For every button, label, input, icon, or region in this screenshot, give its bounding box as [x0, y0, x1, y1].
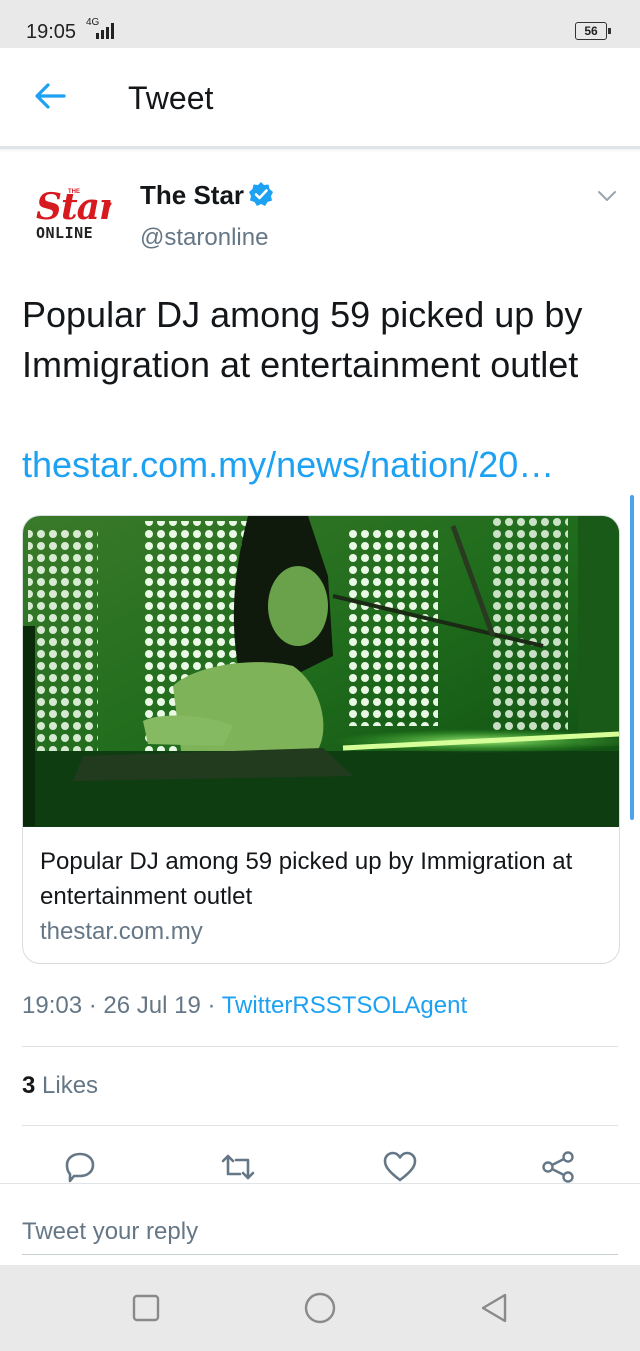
- chevron-down-icon[interactable]: [596, 185, 618, 207]
- meta-separator: ·: [207, 992, 216, 1019]
- system-nav-bar: [0, 1265, 640, 1351]
- tweet-time: 19:03: [22, 992, 83, 1019]
- card-domain: thestar.com.my: [40, 918, 203, 945]
- battery-icon: 56: [575, 22, 611, 40]
- status-time: 19:05: [26, 21, 77, 43]
- tweet-source-link[interactable]: TwitterRSSTSOLAgent: [222, 992, 467, 1019]
- card-image: [23, 516, 619, 827]
- tweet-date: 26 Jul 19: [103, 992, 201, 1019]
- likes-number: 3: [22, 1072, 36, 1099]
- reply-input[interactable]: [22, 1210, 618, 1255]
- reply-bar: [0, 1183, 640, 1266]
- meta-separator: ·: [88, 992, 97, 1019]
- verified-badge-icon: [249, 182, 273, 206]
- link-card[interactable]: Popular DJ among 59 picked up by Immigra…: [22, 515, 620, 964]
- like-icon[interactable]: [382, 1150, 418, 1184]
- tweet-text: Popular DJ among 59 picked up by Immigra…: [22, 294, 583, 385]
- likes-count[interactable]: 3 Likes: [22, 1072, 98, 1100]
- battery-level: 56: [584, 24, 598, 38]
- divider: [22, 1125, 618, 1126]
- logo-star-text: Star: [36, 186, 114, 228]
- author-handle[interactable]: @staronline: [140, 224, 268, 252]
- tweet-link[interactable]: thestar.com.my/news/nation/20…: [22, 440, 622, 490]
- likes-label: Likes: [42, 1072, 99, 1099]
- author-name[interactable]: The Star: [140, 180, 244, 211]
- divider: [22, 1046, 618, 1047]
- arrow-left-icon[interactable]: [30, 76, 70, 116]
- home-icon[interactable]: [304, 1292, 336, 1324]
- card-title: Popular DJ among 59 picked up by Immigra…: [40, 848, 573, 910]
- logo-online-text: ONLINE: [36, 224, 94, 242]
- scrollbar[interactable]: [630, 495, 634, 820]
- status-bar: 19:05 4G 56: [0, 0, 640, 48]
- reply-icon[interactable]: [62, 1150, 98, 1184]
- signal-icon: [96, 23, 114, 39]
- app-header: Tweet: [0, 48, 640, 149]
- share-icon[interactable]: [540, 1150, 576, 1184]
- avatar[interactable]: THE Star ONLINE: [22, 172, 114, 264]
- page-title: Tweet: [128, 80, 214, 116]
- recents-icon[interactable]: [130, 1292, 162, 1324]
- retweet-icon[interactable]: [220, 1150, 256, 1184]
- tweet-meta: 19:03 · 26 Jul 19 · TwitterRSSTSOLAgent: [22, 992, 467, 1020]
- back-triangle-icon[interactable]: [478, 1292, 510, 1324]
